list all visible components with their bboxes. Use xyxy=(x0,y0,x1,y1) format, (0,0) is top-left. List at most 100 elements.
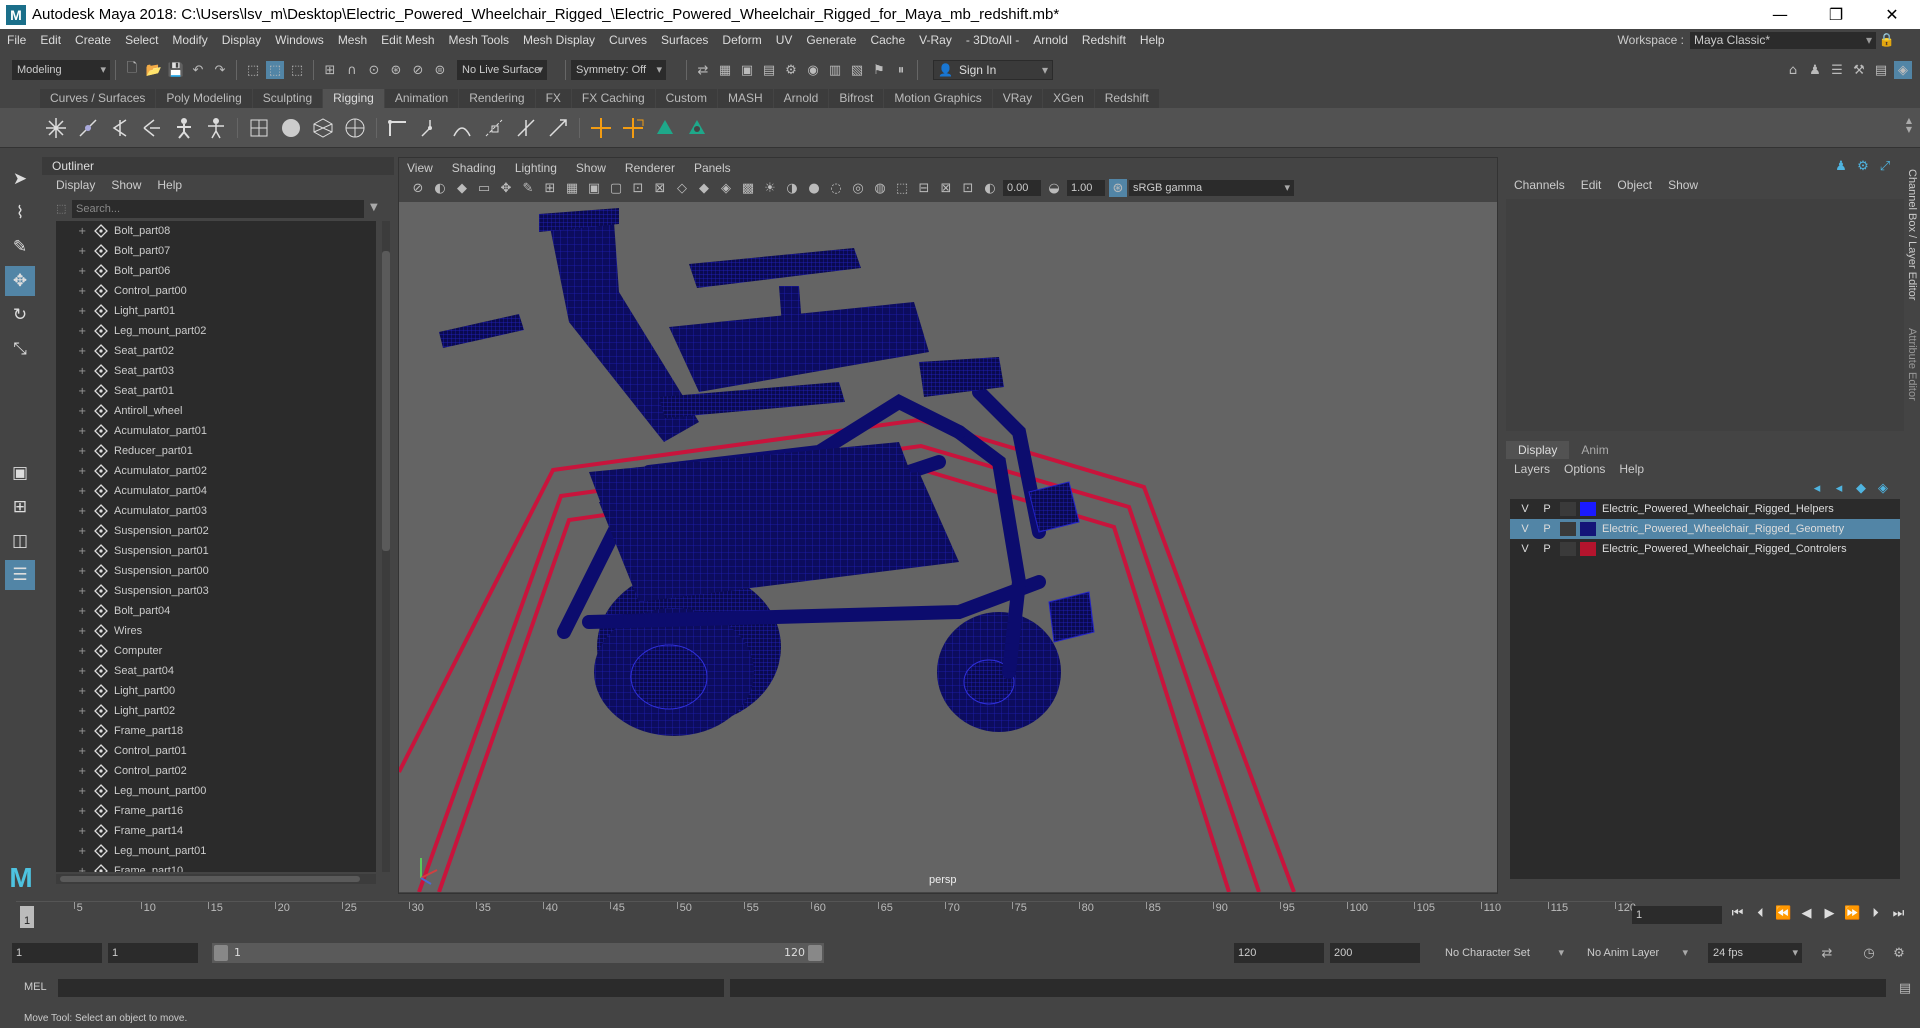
use-all-lights-icon[interactable]: ☀ xyxy=(761,179,779,197)
expand-arrow-icon[interactable]: + xyxy=(78,546,88,557)
shelf-tab-vray[interactable]: VRay xyxy=(992,89,1043,108)
paint-weights-icon[interactable] xyxy=(278,115,304,141)
parent-constraint-icon[interactable] xyxy=(684,115,710,141)
outliner-item[interactable]: + Leg_mount_part02 xyxy=(56,321,376,341)
outliner-item[interactable]: + Light_part00 xyxy=(56,681,376,701)
layer-display-type-toggle[interactable] xyxy=(1560,542,1576,556)
expand-arrow-icon[interactable]: + xyxy=(78,646,88,657)
layer-playback-toggle[interactable]: P xyxy=(1538,521,1556,537)
restore-icon[interactable]: ❐ xyxy=(1808,0,1864,29)
outliner-item[interactable]: + Suspension_part00 xyxy=(56,561,376,581)
new-scene-icon[interactable]: 🗋 xyxy=(123,61,141,79)
layer-visibility-toggle[interactable]: V xyxy=(1516,521,1534,537)
shelf-tab-redshift[interactable]: Redshift xyxy=(1094,89,1159,108)
outliner-item[interactable]: + Light_part01 xyxy=(56,301,376,321)
layout-toggle-icon[interactable]: ◈ xyxy=(1894,61,1912,79)
color-space-dropdown[interactable]: sRGB gamma xyxy=(1129,180,1294,196)
xray-icon[interactable]: ⊟ xyxy=(915,179,933,197)
layer-playback-toggle[interactable]: P xyxy=(1538,541,1556,557)
select-hierarchy-icon[interactable]: ⬚ xyxy=(244,61,262,79)
field-chart-icon[interactable]: ⊡ xyxy=(629,179,647,197)
script-editor-icon[interactable]: ▤ xyxy=(1896,979,1914,997)
menu-edit[interactable]: Edit xyxy=(33,33,68,47)
toggle-icon[interactable]: ⚑ xyxy=(870,61,888,79)
outliner-vertical-scrollbar[interactable] xyxy=(382,221,390,872)
playback-start-field[interactable]: 1 xyxy=(108,943,198,963)
range-start-handle[interactable] xyxy=(214,945,228,961)
play-forwards-icon[interactable]: ▶ xyxy=(1818,904,1841,924)
new-empty-layer-icon[interactable]: ◆ xyxy=(1852,479,1870,497)
workspace-dropdown[interactable]: Maya Classic* xyxy=(1690,31,1876,49)
viewport-menu-renderer[interactable]: Renderer xyxy=(625,161,675,175)
outliner-item[interactable]: + Light_part02 xyxy=(56,701,376,721)
expand-arrow-icon[interactable]: + xyxy=(78,786,88,797)
viewport-menu-shading[interactable]: Shading xyxy=(452,161,496,175)
save-scene-icon[interactable]: 💾 xyxy=(167,61,185,79)
menu-deform[interactable]: Deform xyxy=(715,33,768,47)
animation-end-field[interactable]: 200 xyxy=(1330,943,1420,963)
tab-anim[interactable]: Anim xyxy=(1569,441,1620,459)
wrap-icon[interactable] xyxy=(342,115,368,141)
expand-arrow-icon[interactable]: + xyxy=(78,406,88,417)
outliner-item[interactable]: + Reducer_part01 xyxy=(56,441,376,461)
expand-arrow-icon[interactable]: + xyxy=(78,566,88,577)
locator-icon[interactable] xyxy=(513,115,539,141)
select-tool-icon[interactable]: ➤ xyxy=(5,164,35,194)
outliner-item[interactable]: + Seat_part01 xyxy=(56,381,376,401)
layer-playback-toggle[interactable]: P xyxy=(1538,501,1556,517)
expand-arrow-icon[interactable]: + xyxy=(78,286,88,297)
mirror-joint-icon[interactable] xyxy=(107,115,133,141)
outliner-search-input[interactable]: Search... xyxy=(72,200,364,218)
shelf-tab-animation[interactable]: Animation xyxy=(384,89,459,108)
quick-rig-icon[interactable] xyxy=(171,115,197,141)
expand-arrow-icon[interactable]: + xyxy=(78,346,88,357)
render-view-icon[interactable]: ▦ xyxy=(716,61,734,79)
camera-select-icon[interactable]: ⊘ xyxy=(409,179,427,197)
menu-mesh-display[interactable]: Mesh Display xyxy=(516,33,602,47)
tool-settings-icon[interactable]: ⚒ xyxy=(1850,61,1868,79)
menu-create[interactable]: Create xyxy=(68,33,118,47)
menu-display[interactable]: Display xyxy=(215,33,268,47)
expand-arrow-icon[interactable]: + xyxy=(78,386,88,397)
outliner-menu-help[interactable]: Help xyxy=(157,178,182,192)
minimize-icon[interactable]: — xyxy=(1752,0,1808,29)
shelf-tab-fx[interactable]: FX xyxy=(535,89,571,108)
motion-blur-icon[interactable]: ◌ xyxy=(827,179,845,197)
snap-projected-icon[interactable]: ⊛ xyxy=(387,61,405,79)
screen-space-ao-icon[interactable]: ● xyxy=(805,179,823,197)
layer-visibility-toggle[interactable]: V xyxy=(1516,541,1534,557)
menu-vray[interactable]: V-Ray xyxy=(912,33,959,47)
wireframe-on-shaded-icon[interactable]: ◈ xyxy=(717,179,735,197)
menu-arnold[interactable]: Arnold xyxy=(1026,33,1075,47)
tools-icon[interactable]: ⚙ xyxy=(1854,157,1872,175)
layer-color-swatch[interactable] xyxy=(1580,502,1596,516)
loop-icon[interactable]: ⇄ xyxy=(1818,944,1836,962)
rotate-tool-icon[interactable]: ↻ xyxy=(5,300,35,330)
layer-menu-options[interactable]: Options xyxy=(1564,462,1605,476)
outliner-item[interactable]: + Acumulator_part01 xyxy=(56,421,376,441)
outliner-layout-icon[interactable]: ☰ xyxy=(5,560,35,590)
human-ik-icon[interactable] xyxy=(203,115,229,141)
side-tab-channel-box[interactable]: Channel Box / Layer Editor xyxy=(1906,169,1918,300)
hypershade-icon[interactable]: ◉ xyxy=(804,61,822,79)
step-forward-frame-icon[interactable]: ⏵ xyxy=(1864,904,1887,924)
channel-menu-edit[interactable]: Edit xyxy=(1581,178,1602,192)
ipr-render-icon[interactable]: ▤ xyxy=(760,61,778,79)
menu-help[interactable]: Help xyxy=(1133,33,1172,47)
menu-select[interactable]: Select xyxy=(118,33,165,47)
outliner-item[interactable]: + Control_part01 xyxy=(56,741,376,761)
anti-aliasing-icon[interactable]: ◎ xyxy=(849,179,867,197)
outliner-item[interactable]: + Seat_part02 xyxy=(56,341,376,361)
wireframe-icon[interactable]: ◇ xyxy=(673,179,691,197)
lock-icon[interactable]: 🔒 xyxy=(1878,31,1896,49)
viewport-menu-view[interactable]: View xyxy=(407,161,433,175)
snap-point-icon[interactable]: ⊙ xyxy=(365,61,383,79)
move-layer-up-icon[interactable]: ◂ xyxy=(1808,479,1826,497)
display-layer-row[interactable]: V P Electric_Powered_Wheelchair_Rigged_Hel… xyxy=(1510,499,1900,519)
menu-file[interactable]: File xyxy=(0,33,33,47)
tab-display[interactable]: Display xyxy=(1506,441,1570,459)
shelf-tab-rigging[interactable]: Rigging xyxy=(323,89,384,108)
move-layer-down-icon[interactable]: ◂ xyxy=(1830,479,1848,497)
outliner-item[interactable]: + Frame_part14 xyxy=(56,821,376,841)
shelf-scroll-up-icon[interactable]: ▲ xyxy=(1906,116,1912,125)
